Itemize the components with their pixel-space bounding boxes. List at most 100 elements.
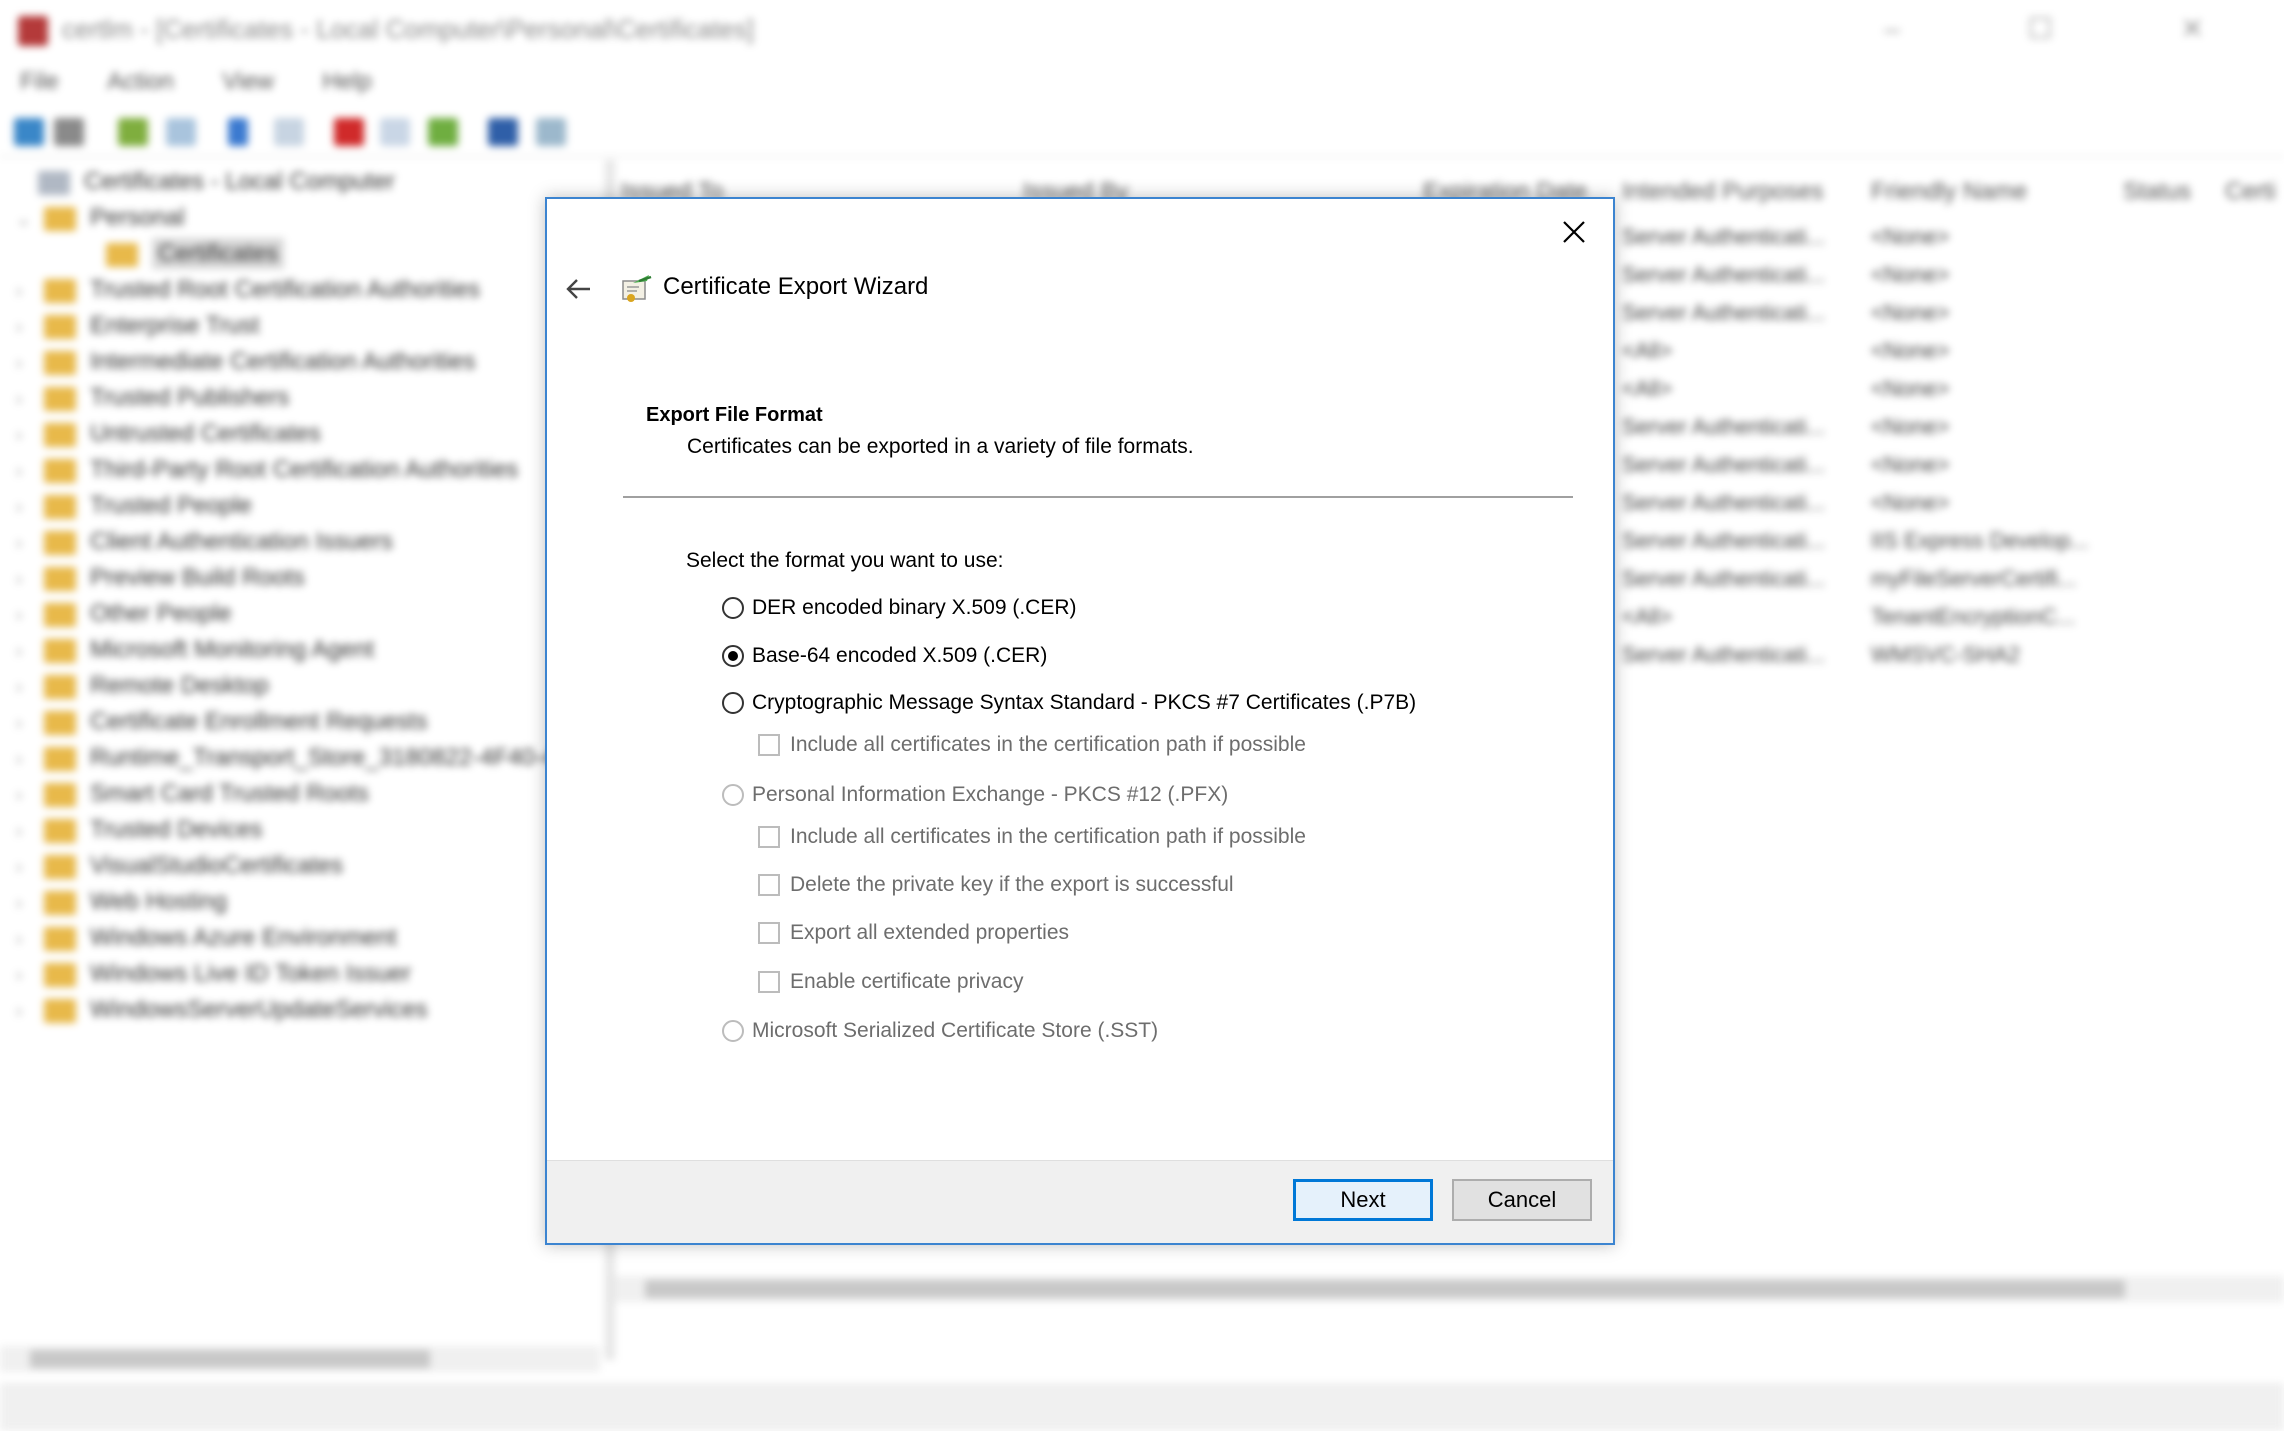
tree-node[interactable]: Certificates - Local Computer bbox=[10, 168, 395, 202]
expand-chevron-icon[interactable]: › bbox=[16, 461, 44, 482]
tree-node[interactable]: › Third-Party Root Certification Authorit… bbox=[16, 456, 518, 490]
checkbox-delete-private-key[interactable]: Delete the private key if the export is … bbox=[758, 873, 1234, 897]
expand-chevron-icon[interactable]: ⌄ bbox=[16, 209, 44, 230]
expand-chevron-icon[interactable]: › bbox=[16, 389, 44, 410]
tree-node[interactable]: › Trusted People bbox=[16, 492, 252, 526]
column-friendly-name[interactable]: Friendly Name bbox=[1871, 178, 2027, 206]
expand-chevron-icon[interactable]: › bbox=[16, 281, 44, 302]
tree-node[interactable]: › Windows Live ID Token Issuer bbox=[16, 960, 411, 994]
tree-node[interactable]: › Intermediate Certification Authorities bbox=[16, 348, 476, 382]
checkbox-pkcs7-include-all[interactable]: Include all certificates in the certific… bbox=[758, 733, 1306, 757]
tree-node[interactable]: › Other People bbox=[16, 600, 231, 634]
tree-node[interactable]: › Microsoft Monitoring Agent bbox=[16, 636, 374, 670]
tree-node-label: Runtime_Transport_Store_3180822-4F40-4 bbox=[90, 744, 557, 771]
expand-chevron-icon[interactable]: › bbox=[16, 893, 44, 914]
list-horizontal-scrollbar[interactable] bbox=[615, 1276, 2284, 1302]
column-certificate-template[interactable]: Certi bbox=[2225, 178, 2276, 206]
expand-chevron-icon[interactable]: › bbox=[16, 497, 44, 518]
menu-view[interactable]: View bbox=[222, 62, 274, 102]
radio-sst[interactable]: Microsoft Serialized Certificate Store (… bbox=[722, 1019, 1158, 1043]
radio-base64[interactable]: Base-64 encoded X.509 (.CER) bbox=[722, 644, 1047, 668]
tree-node[interactable]: Certificates bbox=[78, 238, 285, 274]
checkbox-export-extended-properties[interactable]: Export all extended properties bbox=[758, 921, 1069, 945]
tree-node[interactable]: › Runtime_Transport_Store_3180822-4F40-4 bbox=[16, 744, 556, 778]
tree-node[interactable]: › Certificate Enrollment Requests bbox=[16, 708, 427, 742]
checkbox-box[interactable] bbox=[758, 874, 780, 896]
expand-chevron-icon[interactable]: › bbox=[16, 965, 44, 986]
next-button[interactable]: Next bbox=[1293, 1179, 1433, 1221]
radio-circle-selected[interactable] bbox=[722, 645, 744, 667]
radio-circle[interactable] bbox=[722, 597, 744, 619]
expand-chevron-icon[interactable]: › bbox=[16, 929, 44, 950]
expand-chevron-icon[interactable]: › bbox=[16, 713, 44, 734]
cell-intended-purposes: <All> bbox=[1622, 338, 1673, 363]
properties-icon[interactable] bbox=[228, 118, 248, 146]
copy-icon[interactable] bbox=[274, 118, 304, 146]
expand-chevron-icon[interactable]: › bbox=[16, 749, 44, 770]
back-arrow-icon[interactable] bbox=[14, 118, 44, 146]
console-icon[interactable] bbox=[536, 118, 566, 146]
delete-icon[interactable] bbox=[334, 118, 364, 146]
expand-chevron-icon[interactable]: › bbox=[16, 533, 44, 554]
column-status[interactable]: Status bbox=[2123, 178, 2191, 206]
tree-node[interactable]: › Trusted Devices bbox=[16, 816, 263, 850]
cell-intended-purposes: Server Authenticati... bbox=[1622, 566, 1825, 591]
expand-chevron-icon[interactable]: › bbox=[16, 821, 44, 842]
scrollbar-thumb[interactable] bbox=[645, 1280, 2125, 1298]
back-button[interactable] bbox=[557, 267, 601, 311]
tree-node[interactable]: › Smart Card Trusted Roots bbox=[16, 780, 369, 814]
tree-node[interactable]: › Untrusted Certificates bbox=[16, 420, 321, 454]
tree-node-label: Microsoft Monitoring Agent bbox=[90, 636, 375, 663]
cancel-button[interactable]: Cancel bbox=[1452, 1179, 1592, 1221]
tree-node[interactable]: › WindowsServerUpdateServices bbox=[16, 996, 427, 1030]
tree-node[interactable]: › Client Authentication Issuers bbox=[16, 528, 393, 562]
expand-chevron-icon[interactable]: › bbox=[16, 569, 44, 590]
expand-chevron-icon[interactable]: › bbox=[16, 605, 44, 626]
expand-chevron-icon[interactable]: › bbox=[16, 317, 44, 338]
tree-node[interactable]: › Trusted Publishers bbox=[16, 384, 289, 418]
tree-node[interactable]: › Enterprise Trust bbox=[16, 312, 259, 346]
tree-node[interactable]: ⌄ Personal bbox=[16, 204, 185, 238]
radio-pkcs7[interactable]: Cryptographic Message Syntax Standard - … bbox=[722, 691, 1416, 715]
expand-chevron-icon[interactable]: › bbox=[16, 641, 44, 662]
tree-node[interactable]: › VisualStudioCertificates bbox=[16, 852, 343, 886]
export-list-icon[interactable] bbox=[380, 118, 410, 146]
expand-chevron-icon[interactable]: › bbox=[16, 857, 44, 878]
expand-chevron-icon[interactable]: › bbox=[16, 677, 44, 698]
checkbox-enable-certificate-privacy[interactable]: Enable certificate privacy bbox=[758, 970, 1023, 994]
scrollbar-thumb[interactable] bbox=[30, 1350, 430, 1368]
checkbox-box[interactable] bbox=[758, 734, 780, 756]
expand-chevron-icon[interactable]: › bbox=[16, 785, 44, 806]
refresh-icon[interactable] bbox=[428, 118, 458, 146]
forward-arrow-icon[interactable] bbox=[54, 118, 84, 146]
show-hide-tree-icon[interactable] bbox=[166, 118, 196, 146]
checkbox-box[interactable] bbox=[758, 826, 780, 848]
column-intended-purposes[interactable]: Intended Purposes bbox=[1622, 178, 1823, 206]
checkbox-pfx-include-all[interactable]: Include all certificates in the certific… bbox=[758, 825, 1306, 849]
expand-chevron-icon[interactable]: › bbox=[16, 353, 44, 374]
expand-chevron-icon[interactable]: › bbox=[16, 425, 44, 446]
tree-node[interactable]: › Preview Build Roots bbox=[16, 564, 305, 598]
checkbox-box[interactable] bbox=[758, 922, 780, 944]
tree-node[interactable]: › Web Hosting bbox=[16, 888, 227, 922]
radio-circle[interactable] bbox=[722, 692, 744, 714]
cell-friendly-name: <None> bbox=[1871, 376, 1950, 401]
expand-chevron-icon[interactable]: › bbox=[16, 1001, 44, 1022]
radio-circle[interactable] bbox=[722, 784, 744, 806]
menu-action[interactable]: Action bbox=[107, 62, 174, 102]
radio-der-binary[interactable]: DER encoded binary X.509 (.CER) bbox=[722, 596, 1077, 620]
tree-node[interactable]: › Remote Desktop bbox=[16, 672, 269, 706]
radio-pfx[interactable]: Personal Information Exchange - PKCS #12… bbox=[722, 783, 1228, 807]
up-folder-icon[interactable] bbox=[118, 118, 148, 146]
help-icon[interactable] bbox=[488, 118, 518, 146]
checkbox-box[interactable] bbox=[758, 971, 780, 993]
tree-node[interactable]: › Windows Azure Environment bbox=[16, 924, 397, 958]
close-button[interactable] bbox=[1549, 209, 1599, 255]
menu-help[interactable]: Help bbox=[322, 62, 371, 102]
tree-node[interactable]: › Trusted Root Certification Authorities bbox=[16, 276, 480, 310]
window-controls[interactable]: – ☐ ✕ bbox=[1884, 12, 2264, 45]
menu-file[interactable]: File bbox=[20, 62, 59, 102]
tree-horizontal-scrollbar[interactable] bbox=[0, 1346, 600, 1372]
radio-circle[interactable] bbox=[722, 1020, 744, 1042]
tree-node-label: Windows Live ID Token Issuer bbox=[90, 960, 412, 987]
